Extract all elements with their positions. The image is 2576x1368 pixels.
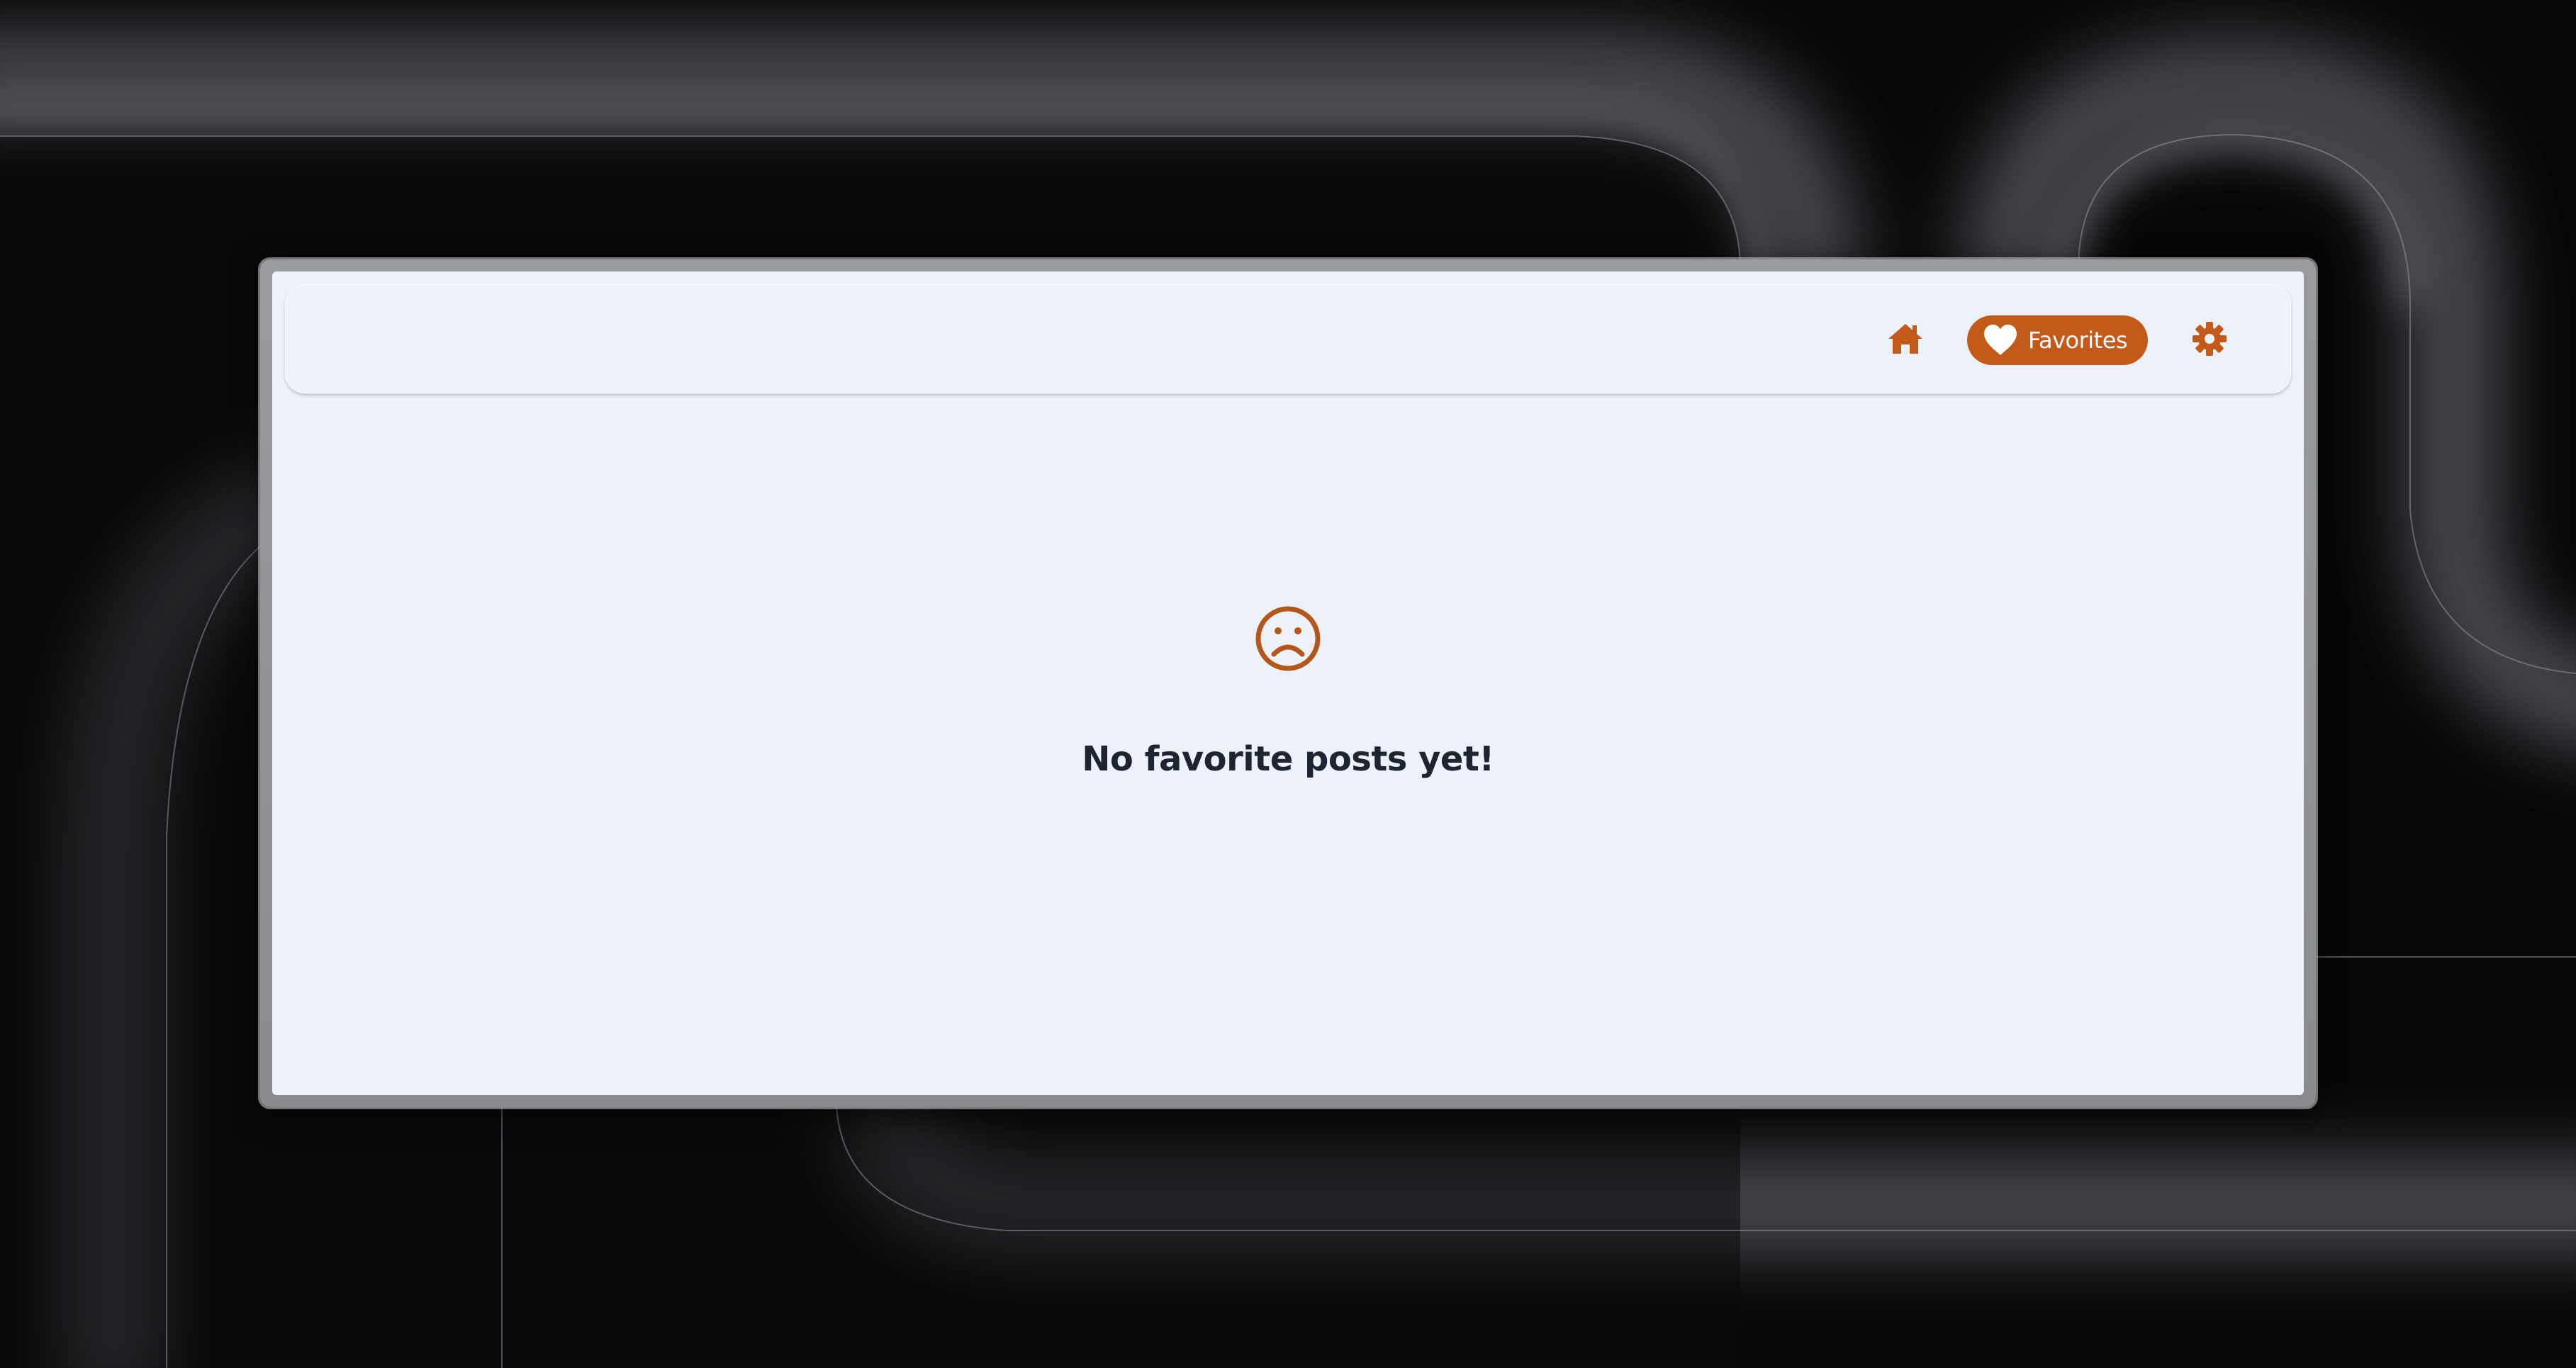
app-window: Favorites No favorite posts yet! — [260, 259, 2316, 1107]
home-button[interactable] — [1882, 315, 1929, 362]
empty-state-message: No favorite posts yet! — [1082, 739, 1494, 779]
empty-state: No favorite posts yet! — [272, 605, 2304, 779]
favorites-label: Favorites — [2028, 327, 2128, 354]
settings-button[interactable] — [2186, 315, 2233, 362]
app-content: Favorites No favorite posts yet! — [272, 271, 2304, 1095]
home-icon — [1888, 324, 1922, 354]
gear-icon — [2193, 322, 2227, 356]
desktop: Favorites No favorite posts yet! — [0, 0, 2576, 1368]
favorites-button[interactable]: Favorites — [1967, 315, 2148, 365]
top-navbar: Favorites — [285, 284, 2291, 393]
heart-icon — [1984, 325, 2017, 355]
sad-face-icon — [1255, 606, 1321, 671]
